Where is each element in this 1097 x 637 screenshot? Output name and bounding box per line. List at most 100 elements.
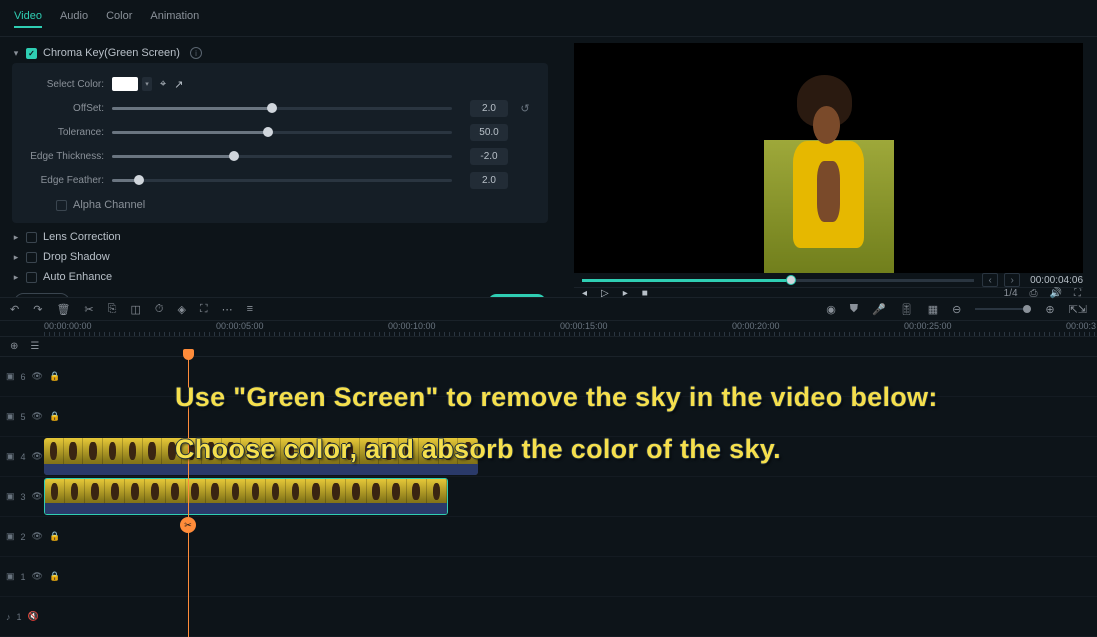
zoom-slider[interactable] [975, 308, 1031, 310]
section-lens-correction[interactable]: ▸ Lens Correction [12, 227, 548, 247]
tolerance-slider[interactable] [112, 131, 452, 134]
cut-icon[interactable]: ✂ [84, 303, 93, 316]
video-clip-selected[interactable] [44, 478, 448, 515]
track-toggle-icon[interactable]: ▣ [6, 411, 15, 422]
track-label: 2 [21, 532, 26, 542]
eye-icon[interactable]: 👁 [32, 571, 43, 582]
track-toggle-icon[interactable]: ▣ [6, 531, 15, 542]
mute-icon[interactable]: 🔇 [28, 611, 39, 622]
edge-feather-value[interactable]: 2.0 [470, 172, 508, 189]
timeline-ruler[interactable]: 00:00:00:00 00:00:05:00 00:00:10:00 00:0… [0, 321, 1097, 337]
prev-frame-button[interactable]: ◂ [582, 288, 587, 299]
speaker-icon[interactable]: 🔊 [1050, 288, 1062, 299]
chevron-down-icon: ▾ [12, 48, 20, 59]
eye-icon[interactable]: 👁 [32, 531, 43, 542]
tolerance-value[interactable]: 50.0 [470, 124, 508, 141]
redo-icon[interactable]: ↷ [33, 303, 42, 316]
snapshot-icon[interactable]: ⎙ [1030, 288, 1038, 299]
ruler-tick: 00:00:3 [1066, 321, 1096, 331]
stop-button[interactable]: ■ [642, 288, 648, 299]
crop-zoom-icon[interactable]: ⛶ [200, 303, 208, 316]
track-label: 1 [21, 572, 26, 582]
track-manager-icon[interactable]: ☰ [30, 341, 39, 352]
eye-icon[interactable]: 👁 [32, 451, 43, 462]
more-icon[interactable]: ⋯ [222, 303, 233, 316]
prev-marker-button[interactable]: ‹ [982, 273, 998, 287]
ruler-tick: 00:00:25:00 [904, 321, 952, 331]
fit-icon[interactable]: ⇱⇲ [1069, 303, 1087, 316]
reset-icon[interactable]: ↺ [518, 102, 532, 115]
ruler-tick: 00:00:05:00 [216, 321, 264, 331]
track-row: ▣ 3 👁 🔒 [0, 477, 1097, 517]
speed-icon[interactable]: ⏱ [155, 303, 164, 316]
track-row-audio: ♪ 1 🔇 [0, 597, 1097, 637]
zoom-in-icon[interactable]: ⊕ [1045, 303, 1054, 316]
tutorial-text-1: Use "Green Screen" to remove the sky in … [175, 382, 938, 413]
chevron-right-icon: ▸ [12, 232, 20, 243]
reset-button[interactable]: Reset [14, 293, 70, 297]
crop-icon[interactable]: ◫ [130, 303, 140, 316]
edge-thickness-value[interactable]: -2.0 [470, 148, 508, 165]
select-color-label: Select Color: [28, 79, 112, 90]
track-row: ▣ 1 👁 🔒 [0, 557, 1097, 597]
alpha-channel-checkbox[interactable] [56, 200, 67, 211]
offset-label: OffSet: [28, 103, 112, 114]
eye-icon[interactable]: 👁 [32, 371, 43, 382]
fullscreen-icon[interactable]: ⛶ [1074, 288, 1081, 299]
preview-panel: ‹ › 00:00:04:06 ◂ ▷ ▸ ■ 1/4 ⎙ 🔊 ⛶ [560, 37, 1097, 297]
undo-icon[interactable]: ↶ [10, 303, 19, 316]
offset-slider[interactable] [112, 107, 452, 110]
delete-icon[interactable]: 🗑 [56, 303, 70, 316]
track-toggle-icon[interactable]: ▣ [6, 451, 15, 462]
ok-button[interactable]: OK [488, 294, 546, 297]
chroma-key-checkbox[interactable] [26, 48, 37, 59]
track-toggle-icon[interactable]: ▣ [6, 571, 15, 582]
lens-correction-checkbox[interactable] [26, 232, 37, 243]
section-auto-enhance[interactable]: ▸ Auto Enhance [12, 267, 548, 287]
grid-icon[interactable]: ▦ [928, 303, 938, 316]
chevron-right-icon: ▸ [12, 272, 20, 283]
eyedropper-icon[interactable]: ⌖ [160, 78, 166, 91]
info-icon[interactable]: i [190, 47, 202, 59]
track-toggle-icon[interactable]: ▣ [6, 491, 15, 502]
scissors-icon[interactable]: ✂ [180, 517, 196, 533]
settings-icon[interactable]: ≡ [247, 303, 253, 315]
marker-icon[interactable]: ◈ [177, 303, 185, 316]
copy-icon[interactable]: ⎘ [108, 303, 117, 316]
mixer-icon[interactable]: 🎚 [900, 303, 914, 316]
shield-icon[interactable]: ⛊ [850, 303, 858, 316]
section-chroma-key[interactable]: ▾ Chroma Key(Green Screen) i [12, 43, 548, 63]
color-swatch[interactable] [112, 77, 138, 91]
drop-shadow-checkbox[interactable] [26, 252, 37, 263]
add-track-icon[interactable]: ⊕ [10, 341, 18, 352]
preview-scale[interactable]: 1/4 [1004, 288, 1018, 299]
eye-icon[interactable]: 👁 [32, 411, 43, 422]
color-dropdown[interactable]: ▾ [142, 77, 152, 91]
offset-value[interactable]: 2.0 [470, 100, 508, 117]
tab-color[interactable]: Color [106, 10, 132, 28]
tab-audio[interactable]: Audio [60, 10, 88, 28]
record-icon[interactable]: ◉ [826, 303, 836, 316]
tutorial-text-2: Choose color, and absorb the color of th… [175, 434, 781, 465]
ruler-tick: 00:00:00:00 [44, 321, 92, 331]
track-label: 3 [21, 492, 26, 502]
lens-correction-title: Lens Correction [43, 231, 121, 243]
eyedropper-plus-icon[interactable]: ↗ [174, 78, 183, 91]
preview-viewport[interactable] [574, 43, 1083, 273]
audio-icon[interactable]: ♪ [6, 612, 11, 622]
track-toggle-icon[interactable]: ▣ [6, 371, 15, 382]
tab-video[interactable]: Video [14, 10, 42, 28]
zoom-out-icon[interactable]: ⊖ [952, 303, 961, 316]
eye-icon[interactable]: 👁 [32, 491, 43, 502]
scrub-bar[interactable] [582, 279, 974, 282]
section-drop-shadow[interactable]: ▸ Drop Shadow [12, 247, 548, 267]
play-button[interactable]: ▷ [601, 288, 609, 299]
properties-panel: ▾ Chroma Key(Green Screen) i Select Colo… [0, 37, 560, 297]
tab-animation[interactable]: Animation [150, 10, 199, 28]
next-frame-button[interactable]: ▸ [623, 288, 628, 299]
auto-enhance-checkbox[interactable] [26, 272, 37, 283]
edge-thickness-slider[interactable] [112, 155, 452, 158]
edge-feather-slider[interactable] [112, 179, 452, 182]
next-marker-button[interactable]: › [1004, 273, 1020, 287]
mic-icon[interactable]: 🎤 [872, 303, 886, 316]
